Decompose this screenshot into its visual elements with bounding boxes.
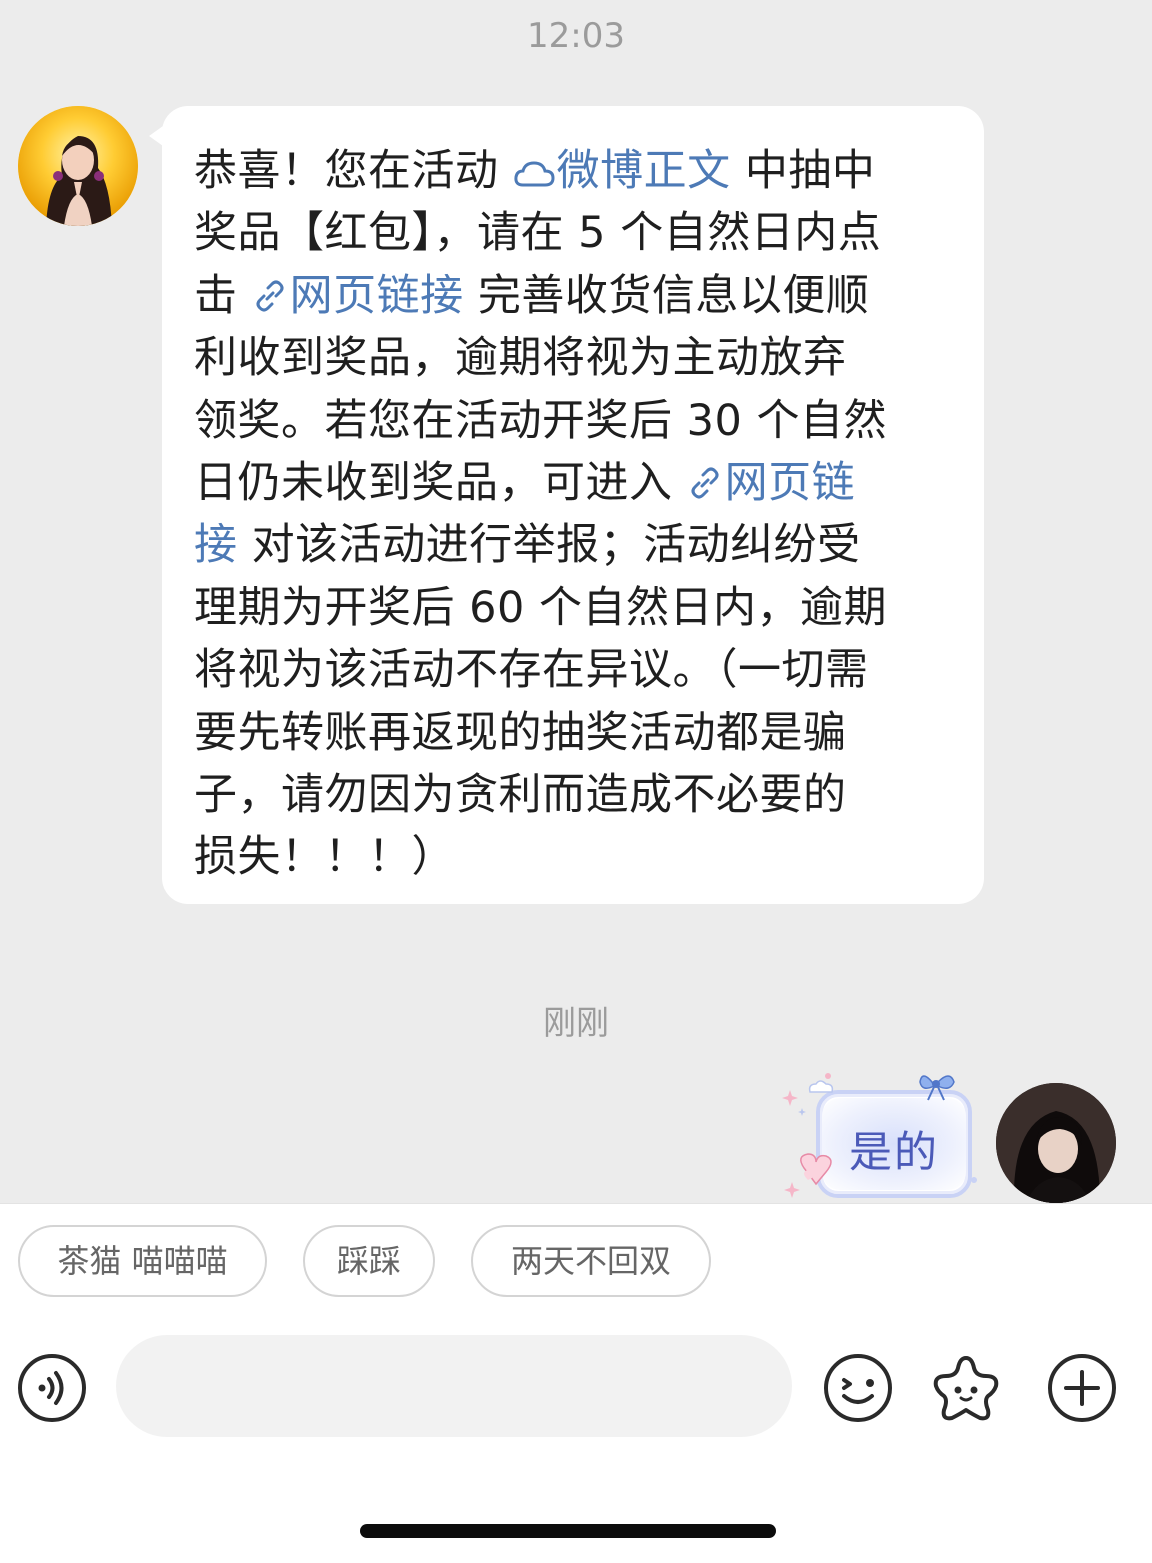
message-line: 将视为该活动不存在异议。（一切需 — [194, 639, 954, 701]
voice-icon — [18, 1354, 86, 1422]
quick-reply-chip[interactable]: 两天不回双 — [471, 1225, 711, 1297]
message-text: 领奖。若您在活动开奖后 30 个自然 — [194, 395, 888, 446]
message-line: 恭喜！您在活动 微博正文 中抽中 — [194, 140, 954, 202]
weibo-cloud-icon — [514, 161, 555, 187]
message-text: 完善收货信息以便顺 — [463, 270, 870, 321]
link-text: 网页链 — [724, 458, 856, 509]
message-line: 击 网页链接 完善收货信息以便顺 — [194, 265, 954, 327]
message-text: 要先转账再返现的抽奖活动都是骗 — [194, 707, 847, 758]
message-line: 要先转账再返现的抽奖活动都是骗 — [194, 702, 954, 764]
message-line: 领奖。若您在活动开奖后 30 个自然 — [194, 390, 954, 452]
my-avatar[interactable] — [996, 1083, 1116, 1203]
message-text: 对该活动进行举报；活动纠纷受 — [237, 520, 861, 571]
incoming-message-bubble[interactable]: 恭喜！您在活动 微博正文 中抽中 奖品【红包】，请在 5 个自然日内点 击 网页… — [149, 106, 984, 904]
message-text: 奖品【红包】，请在 5 个自然日内点 — [194, 208, 882, 259]
message-line: 损失！！！） — [194, 826, 954, 888]
quick-reply-chip[interactable]: 踩踩 — [303, 1225, 435, 1297]
link-text: 微博正文 — [556, 146, 731, 196]
link-icon — [256, 280, 284, 312]
message-line: 接 对该活动进行举报；活动纠纷受 — [194, 514, 954, 576]
voice-button[interactable] — [16, 1352, 88, 1424]
emoji-button[interactable] — [822, 1352, 894, 1424]
outgoing-message-bubble[interactable]: 是的 — [782, 1068, 982, 1203]
chat-area[interactable]: 12:03 恭喜！您在活动 微博正文 中抽中 奖品【红包】，请在 5 个自然日内… — [0, 0, 1152, 1203]
message-text: 理期为开奖后 60 个自然日内，逾期 — [194, 582, 888, 633]
plus-icon — [1048, 1354, 1116, 1422]
report-link[interactable]: 网页链 — [687, 458, 856, 508]
message-line: 利收到奖品，逾期将视为主动放弃 — [194, 327, 954, 389]
message-timestamp: 12:03 — [527, 16, 625, 56]
outgoing-message-text: 是的 — [849, 1128, 939, 1178]
message-line: 理期为开奖后 60 个自然日内，逾期 — [194, 577, 954, 639]
message-text: 恭喜！您在活动 — [194, 146, 513, 196]
message-text: 损失！！！） — [194, 832, 455, 883]
message-line: 日仍未收到奖品，可进入 网页链 — [194, 452, 954, 514]
weibo-post-link[interactable]: 微博正文 — [513, 146, 731, 196]
report-link-continued[interactable]: 接 — [194, 520, 238, 570]
emoji-icon — [824, 1354, 892, 1422]
message-line: 子，请勿因为贪利而造成不必要的 — [194, 764, 954, 826]
message-input[interactable] — [116, 1335, 792, 1437]
composer-panel: 茶猫 喵喵喵 踩踩 两天不回双 — [0, 1203, 1152, 1563]
link-text: 网页链接 — [289, 270, 464, 321]
message-text: 日仍未收到奖品，可进入 — [194, 458, 687, 509]
web-link[interactable]: 网页链接 — [252, 271, 464, 321]
home-indicator[interactable] — [360, 1524, 776, 1538]
message-text: 击 — [194, 270, 252, 321]
message-timestamp: 刚刚 — [543, 1003, 609, 1042]
sender-avatar[interactable] — [18, 106, 138, 226]
message-text: 子，请勿因为贪利而造成不必要的 — [194, 770, 847, 821]
link-icon — [691, 467, 719, 499]
message-text: 中抽中 — [730, 146, 876, 196]
sticker-button[interactable] — [930, 1352, 1002, 1424]
quick-reply-chip[interactable]: 茶猫 喵喵喵 — [18, 1225, 267, 1297]
more-button[interactable] — [1046, 1352, 1118, 1424]
sticker-icon — [933, 1356, 999, 1421]
message-text: 利收到奖品，逾期将视为主动放弃 — [194, 333, 847, 384]
message-text: 将视为该活动不存在异议。（一切需 — [194, 645, 869, 696]
message-line: 奖品【红包】，请在 5 个自然日内点 — [194, 202, 954, 264]
